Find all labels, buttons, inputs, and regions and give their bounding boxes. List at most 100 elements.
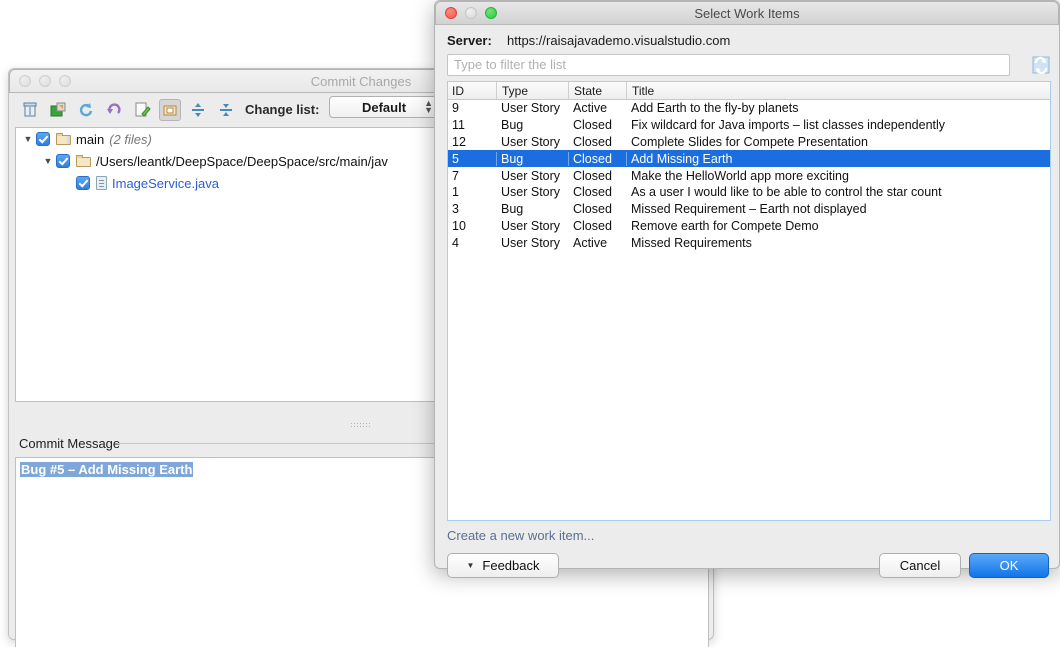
java-file-icon	[96, 176, 107, 190]
cell-state: Closed	[568, 219, 626, 233]
changelist-label: Change list:	[245, 102, 319, 117]
expand-all-icon[interactable]	[187, 99, 209, 121]
cell-title: Fix wildcard for Java imports – list cla…	[626, 118, 1050, 132]
row-checkbox[interactable]	[76, 176, 90, 190]
table-row[interactable]: 4 User Story Active Missed Requirements	[448, 234, 1050, 251]
changelist-value: Default	[362, 100, 406, 115]
cell-title: Missed Requirement – Earth not displayed	[626, 202, 1050, 216]
cell-title: Remove earth for Compete Demo	[626, 219, 1050, 233]
feedback-label: Feedback	[482, 558, 539, 573]
cell-title: Make the HelloWorld app more exciting	[626, 169, 1050, 183]
collapse-all-icon[interactable]	[215, 99, 237, 121]
column-header-title[interactable]: Title	[626, 82, 1050, 99]
close-button[interactable]	[445, 7, 457, 19]
dialog-traffic-lights	[436, 7, 497, 19]
refresh-icon[interactable]	[1031, 55, 1051, 75]
create-new-work-item-link[interactable]: Create a new work item...	[447, 528, 594, 543]
cell-state: Active	[568, 101, 626, 115]
folder-icon	[76, 155, 91, 167]
cell-id: 1	[448, 185, 496, 199]
cell-state: Closed	[568, 202, 626, 216]
refresh-icon[interactable]	[75, 99, 97, 121]
tree-row-label: /Users/leantk/DeepSpace/DeepSpace/src/ma…	[96, 154, 388, 169]
cell-state: Closed	[568, 169, 626, 183]
tree-row-meta: (2 files)	[109, 132, 152, 147]
table-row[interactable]: 9 User Story Active Add Earth to the fly…	[448, 100, 1050, 117]
server-label: Server:	[447, 33, 507, 48]
commit-traffic-lights	[10, 75, 71, 87]
filter-input[interactable]: Type to filter the list	[447, 54, 1010, 76]
rollback-icon[interactable]	[19, 99, 41, 121]
cell-state: Active	[568, 236, 626, 250]
cell-type: User Story	[496, 135, 568, 149]
cell-id: 10	[448, 219, 496, 233]
cell-state: Closed	[568, 135, 626, 149]
disclosure-triangle-icon[interactable]: ▼	[20, 134, 36, 144]
column-header-id[interactable]: ID	[448, 82, 496, 99]
cell-state: Closed	[568, 118, 626, 132]
ok-button[interactable]: OK	[969, 553, 1049, 578]
dialog-titlebar[interactable]: Select Work Items	[435, 1, 1059, 25]
cell-title: As a user I would like to be able to con…	[626, 185, 1050, 199]
folder-icon	[56, 133, 71, 145]
tree-row-label: ImageService.java	[112, 176, 219, 191]
table-row[interactable]: 12 User Story Closed Complete Slides for…	[448, 134, 1050, 151]
table-header: ID Type State Title	[448, 82, 1050, 100]
cell-title: Add Earth to the fly-by planets	[626, 101, 1050, 115]
cell-title: Missed Requirements	[626, 236, 1050, 250]
cell-id: 4	[448, 236, 496, 250]
table-row[interactable]: 10 User Story Closed Remove earth for Co…	[448, 218, 1050, 235]
cell-type: Bug	[496, 118, 568, 132]
splitter-grip[interactable]	[350, 422, 372, 427]
table-row[interactable]: 7 User Story Closed Make the HelloWorld …	[448, 167, 1050, 184]
cell-type: User Story	[496, 219, 568, 233]
table-row[interactable]: 1 User Story Closed As a user I would li…	[448, 184, 1050, 201]
cell-type: Bug	[496, 152, 568, 166]
column-header-type[interactable]: Type	[496, 82, 568, 99]
edit-source-icon[interactable]	[131, 99, 153, 121]
group-by-directory-icon[interactable]	[159, 99, 181, 121]
shelve-icon[interactable]	[47, 99, 69, 121]
cell-type: User Story	[496, 169, 568, 183]
cell-state: Closed	[568, 152, 626, 166]
cell-type: User Story	[496, 101, 568, 115]
commit-message-text: Bug #5 – Add Missing Earth	[20, 462, 193, 477]
table-row[interactable]: 3 Bug Closed Missed Requirement – Earth …	[448, 201, 1050, 218]
cell-state: Closed	[568, 185, 626, 199]
cell-id: 9	[448, 101, 496, 115]
tree-row-label: main	[76, 132, 104, 147]
cell-type: User Story	[496, 185, 568, 199]
minimize-button[interactable]	[39, 75, 51, 87]
cell-id: 11	[448, 118, 496, 132]
minimize-button	[465, 7, 477, 19]
table-row[interactable]: 11 Bug Closed Fix wildcard for Java impo…	[448, 117, 1050, 134]
cancel-button[interactable]: Cancel	[879, 553, 961, 578]
zoom-button[interactable]	[59, 75, 71, 87]
revert-icon[interactable]	[103, 99, 125, 121]
commit-toolbar[interactable]	[19, 97, 243, 123]
table-row-selected[interactable]: 5 Bug Closed Add Missing Earth	[448, 150, 1050, 167]
commit-message-label: Commit Message	[19, 436, 120, 451]
chevron-down-icon: ▼	[466, 561, 474, 570]
cell-id: 5	[448, 152, 496, 166]
select-work-items-dialog[interactable]: Select Work Items Server: https://raisaj…	[434, 0, 1060, 569]
cell-id: 3	[448, 202, 496, 216]
server-row: Server: https://raisajavademo.visualstud…	[447, 33, 730, 48]
feedback-button[interactable]: ▼ Feedback	[447, 553, 559, 578]
dialog-title: Select Work Items	[436, 6, 1058, 21]
zoom-button[interactable]	[485, 7, 497, 19]
cell-title: Complete Slides for Compete Presentation	[626, 135, 1050, 149]
column-header-state[interactable]: State	[568, 82, 626, 99]
server-url: https://raisajavademo.visualstudio.com	[507, 33, 730, 48]
cell-type: Bug	[496, 202, 568, 216]
cell-title: Add Missing Earth	[626, 152, 1050, 166]
close-button[interactable]	[19, 75, 31, 87]
cell-type: User Story	[496, 236, 568, 250]
stepper-arrows-icon: ▲▼	[424, 100, 433, 114]
disclosure-triangle-icon[interactable]: ▼	[40, 156, 56, 166]
work-items-list[interactable]: ID Type State Title 9 User Story Active …	[447, 81, 1051, 521]
row-checkbox[interactable]	[56, 154, 70, 168]
cell-id: 12	[448, 135, 496, 149]
changelist-select[interactable]: Default ▲▼	[329, 96, 439, 118]
row-checkbox[interactable]	[36, 132, 50, 146]
